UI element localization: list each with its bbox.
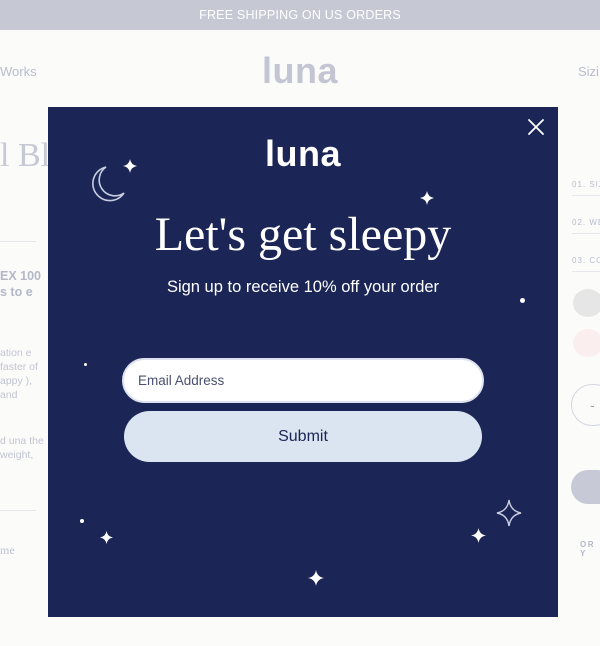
star-dot (520, 298, 525, 303)
announcement-bar: FREE SHIPPING ON US ORDERS (0, 0, 600, 30)
see-more-link[interactable]: me (0, 543, 15, 558)
feature-heading: EX 100 s to e (0, 269, 42, 299)
color-swatch[interactable] (573, 289, 600, 317)
signup-modal: luna Let's get sleepy Sign up to receive… (48, 107, 558, 617)
sparkle-icon (308, 570, 324, 586)
nav-link-sizing[interactable]: Sizi (578, 64, 599, 79)
sparkle-icon (471, 528, 486, 543)
sparkle-outline-icon (496, 499, 522, 527)
email-input[interactable] (122, 358, 484, 403)
modal-headline: Let's get sleepy (154, 208, 452, 261)
star-dot (84, 363, 87, 366)
modal-subheadline: Sign up to receive 10% off your order (166, 278, 440, 296)
sparkle-icon (420, 191, 434, 205)
divider (0, 241, 36, 242)
site-logo[interactable]: luna (0, 50, 600, 92)
modal-logo: luna (264, 133, 341, 174)
option-weight-label[interactable]: 02. WEIGHT (572, 218, 600, 234)
color-swatch[interactable] (573, 329, 600, 357)
sparkle-icon (100, 531, 113, 544)
option-color-label[interactable]: 03. COLOR (572, 256, 600, 272)
submit-button[interactable]: Submit (124, 411, 482, 462)
product-description: ation e faster of appy ), and (0, 347, 38, 401)
add-to-cart-button[interactable] (571, 470, 600, 504)
option-size-label[interactable]: 01. SIZE (572, 180, 600, 196)
or-divider-text: OR Y (580, 540, 595, 558)
divider (0, 510, 36, 511)
star-dot (80, 519, 84, 523)
announcement-text: FREE SHIPPING ON US ORDERS (199, 8, 401, 22)
product-description-2: d una the weight, (0, 435, 44, 461)
quantity-decrement-button[interactable]: - (571, 384, 600, 426)
